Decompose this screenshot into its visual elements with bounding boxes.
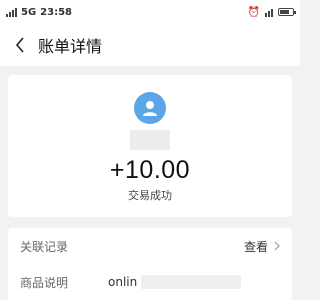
user-icon <box>143 101 157 116</box>
header: 账单详情 <box>0 24 300 66</box>
view-link[interactable]: 查看 <box>244 238 280 255</box>
product-description-row: 商品说明 onlin <box>8 264 292 300</box>
battery-icon <box>278 8 296 16</box>
page-title: 账单详情 <box>38 37 103 56</box>
redacted-block <box>141 275 242 289</box>
signal-icon <box>6 7 17 17</box>
transaction-status: 交易成功 <box>128 189 172 202</box>
chevron-right-icon <box>274 241 280 251</box>
wifi-icon <box>265 8 273 17</box>
transaction-amount: +10.00 <box>109 156 191 184</box>
details-card: 关联记录 查看 商品说明 onlin <box>8 228 292 300</box>
avatar <box>134 92 166 124</box>
related-records-row[interactable]: 关联记录 查看 <box>8 228 292 264</box>
transaction-card: +10.00 交易成功 <box>8 75 292 217</box>
row-label: 商品说明 <box>20 275 69 290</box>
status-right: ⏰ <box>247 6 296 18</box>
view-label: 查看 <box>243 239 268 254</box>
chevron-left-icon <box>15 37 24 53</box>
alarm-icon: ⏰ <box>247 6 260 18</box>
status-bar: 5G 23:58 ⏰ <box>0 0 300 24</box>
clock: 23:58 <box>40 6 73 18</box>
back-button[interactable] <box>12 33 28 57</box>
row-label: 关联记录 <box>20 239 69 254</box>
merchant-name-redacted <box>130 130 170 150</box>
status-left: 5G 23:58 <box>6 7 72 18</box>
product-description-value: onlin <box>108 275 242 289</box>
network-label: 5G <box>21 6 37 18</box>
product-description-text: onlin <box>108 275 138 289</box>
